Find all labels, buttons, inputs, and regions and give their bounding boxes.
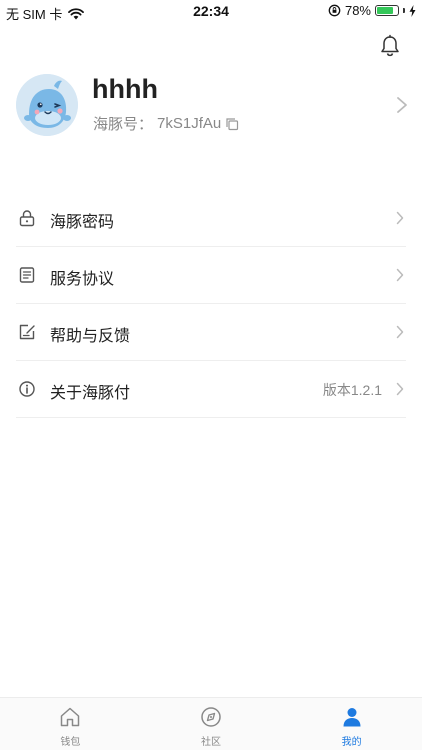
home-icon bbox=[61, 707, 80, 727]
chevron-right-icon bbox=[396, 382, 404, 396]
info-icon bbox=[19, 381, 35, 397]
tab-wallet[interactable]: 钱包 bbox=[0, 698, 141, 750]
menu-item-service-agreement[interactable]: 服务协议 bbox=[16, 247, 406, 304]
avatar[interactable] bbox=[16, 74, 78, 136]
menu-item-label: 帮助与反馈 bbox=[50, 328, 131, 345]
user-id-row: 海豚号： 7kS1JfAu bbox=[93, 113, 239, 134]
lock-icon bbox=[19, 210, 35, 227]
chevron-right-icon bbox=[396, 211, 404, 225]
menu-item-label: 服务协议 bbox=[50, 271, 115, 288]
menu-item-label: 关于海豚付 bbox=[50, 385, 131, 402]
menu-item-dolphin-password[interactable]: 海豚密码 bbox=[16, 190, 406, 247]
battery-percent: 78% bbox=[344, 3, 371, 18]
feedback-icon bbox=[19, 324, 35, 340]
user-id-label: 海豚号： bbox=[93, 116, 154, 133]
chevron-right-icon bbox=[396, 325, 404, 339]
orientation-lock-icon bbox=[328, 4, 341, 17]
document-icon bbox=[19, 267, 35, 283]
community-icon bbox=[201, 707, 221, 727]
menu-item-about[interactable]: 关于海豚付 版本1.2.1 bbox=[16, 361, 406, 418]
username: hhhh bbox=[92, 74, 158, 104]
menu-item-help-feedback[interactable]: 帮助与反馈 bbox=[16, 304, 406, 361]
status-right: 78% bbox=[328, 3, 416, 18]
charging-bolt-icon bbox=[409, 4, 416, 17]
chevron-right-icon bbox=[397, 97, 407, 113]
dolphin-mascot-icon bbox=[16, 74, 78, 136]
menu-item-label: 海豚密码 bbox=[50, 214, 115, 231]
user-id-value: 7kS1JfAu bbox=[157, 115, 222, 132]
tab-mine[interactable]: 我的 bbox=[281, 698, 422, 750]
settings-menu: 海豚密码 服务协议 帮助与反馈 关于海豚付 版本1.2.1 bbox=[16, 190, 406, 418]
tab-label: 钱包 bbox=[60, 737, 81, 748]
battery-tip bbox=[403, 8, 405, 13]
profile-header[interactable]: hhhh 海豚号： 7kS1JfAu bbox=[16, 70, 412, 140]
tab-label: 社区 bbox=[201, 737, 221, 748]
chevron-right-icon bbox=[396, 268, 404, 282]
tab-label: 我的 bbox=[341, 737, 362, 748]
copy-icon[interactable] bbox=[225, 117, 239, 131]
status-bar: 无 SIM 卡 22:34 78% bbox=[0, 0, 422, 24]
tab-community[interactable]: 社区 bbox=[141, 698, 282, 750]
bottom-tab-bar: 钱包 社区 我的 bbox=[0, 697, 422, 750]
person-icon bbox=[343, 708, 361, 727]
version-text: 版本1.2.1 bbox=[322, 382, 382, 398]
profile-screen: 无 SIM 卡 22:34 78% hhhh 海豚号： 7kS1JfAu 海豚密… bbox=[0, 0, 422, 750]
battery-level-fill bbox=[377, 7, 393, 14]
bell-icon[interactable] bbox=[378, 34, 402, 58]
battery-icon bbox=[375, 5, 399, 16]
